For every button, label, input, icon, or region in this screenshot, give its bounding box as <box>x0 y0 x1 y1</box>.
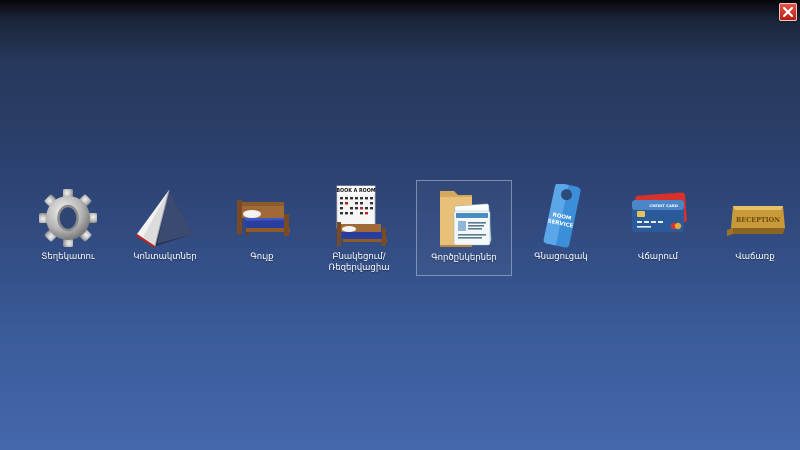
door-hanger-icon: ROOM SERVICE <box>543 184 581 248</box>
menu-item-label: Գնացուցակ <box>534 252 588 262</box>
menu-item-label: Գործընկերներ <box>431 253 497 263</box>
menu-item-label: Վճարում <box>638 252 678 262</box>
close-icon <box>782 6 794 18</box>
book-icon <box>136 189 193 248</box>
menu-item-payment[interactable]: CREDIT CARD Վճարում <box>610 180 706 276</box>
menu-item-contacts[interactable]: Կոնտակտներ <box>117 180 213 276</box>
reception-sign-icon: RECEPTION <box>727 206 785 236</box>
menu-item-label: Գույք <box>250 252 274 262</box>
svg-text:CREDIT CARD: CREDIT CARD <box>649 203 678 208</box>
menu-item-reception[interactable]: RECEPTION Վաճառք <box>707 180 800 276</box>
menu-item-rooms[interactable]: Գույք <box>214 180 310 276</box>
svg-text:BOOK A ROOM: BOOK A ROOM <box>336 188 375 194</box>
folder-documents-icon <box>440 191 492 247</box>
menu-item-label: Բնակեցում/ Ռեզերվացիա <box>328 252 390 273</box>
menu-item-room-service[interactable]: ROOM SERVICE Գնացուցակ <box>513 180 609 276</box>
gear-icon <box>39 189 97 247</box>
menu-item-settings[interactable]: Տեղեկատու <box>20 180 116 276</box>
close-button[interactable] <box>779 3 797 21</box>
svg-text:RECEPTION: RECEPTION <box>736 216 780 224</box>
bed-icon <box>237 200 290 236</box>
menu-item-documents[interactable]: Գործընկերներ <box>416 180 512 276</box>
menu-item-booking[interactable]: BOOK A ROOM Բնակեցում/ Ռեզերվացիա <box>311 180 407 276</box>
menu-item-label: Վաճառք <box>735 252 775 262</box>
main-menu: Տեղեկատու Կոնտակտներ Գույք BOOK A ROOM Բ… <box>20 180 798 280</box>
menu-item-label: Տեղեկատու <box>41 252 95 262</box>
menu-item-label: Կոնտակտներ <box>133 252 197 262</box>
booking-calendar-icon: BOOK A ROOM <box>336 185 387 246</box>
credit-card-icon: CREDIT CARD <box>632 192 687 232</box>
